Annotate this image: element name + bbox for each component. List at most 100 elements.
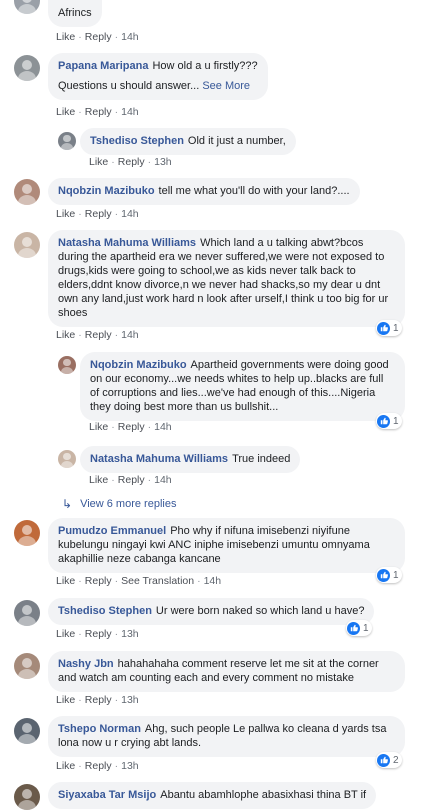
comment-text: Abantu abamhlophe abasixhasi thina BT if: [160, 789, 367, 801]
like-button[interactable]: Like: [56, 208, 75, 220]
avatar[interactable]: [14, 718, 40, 744]
commenter-name[interactable]: Nqobzin Mazibuko: [58, 185, 155, 197]
reaction-count[interactable]: 2: [376, 752, 402, 768]
thumbs-up-icon: [347, 621, 360, 635]
reply-comment: Natasha Mahuma Williams True indeed: [80, 446, 301, 473]
comment: Pumudzo Emmanuel Pho why if nifuna imiseb…: [48, 518, 405, 573]
like-button[interactable]: Like: [89, 474, 108, 486]
comment-actions: Like · Reply · 14h: [56, 208, 139, 220]
like-button[interactable]: Like: [56, 106, 75, 118]
comment-actions: Like · Reply · 14h: [89, 421, 172, 433]
comment-text: Which land a u talking abwt?bcos during …: [58, 237, 389, 319]
comment-actions: Like · Reply · 14h: [56, 31, 139, 43]
commenter-name[interactable]: Nashy Jbn: [58, 658, 114, 670]
timestamp: 14h: [203, 575, 222, 587]
commenter-name[interactable]: Tshediso Stephen: [58, 605, 152, 617]
comment-bubble: Siyaxaba Tar Msijo Abantu abamhlophe abas…: [48, 782, 377, 809]
comment-text: Ur were born naked so which land u have?: [155, 605, 365, 617]
comment-actions: Like · Reply · 13h: [89, 156, 172, 168]
like-button[interactable]: Like: [56, 575, 75, 587]
avatar[interactable]: [58, 356, 76, 374]
comment-actions: Like · Reply · 13h: [56, 760, 139, 772]
timestamp: 14h: [121, 329, 139, 341]
reply-button[interactable]: Reply: [85, 760, 112, 772]
reply-button[interactable]: Reply: [85, 106, 112, 118]
comment-actions: Like · Reply · 13h: [56, 694, 139, 706]
comment-text: True indeed: [232, 453, 291, 465]
view-more-replies[interactable]: ↳ View 6 more replies: [62, 497, 176, 511]
comment: Nqobzin Mazibuko tell me what you'll do w…: [48, 178, 360, 205]
timestamp: 14h: [121, 106, 139, 118]
avatar[interactable]: [14, 520, 40, 546]
avatar[interactable]: [14, 653, 40, 679]
reply-button[interactable]: Reply: [85, 628, 112, 640]
thumbs-up-icon: [377, 414, 390, 428]
timestamp: 14h: [154, 474, 172, 486]
timestamp: 13h: [121, 628, 139, 640]
comment-bubble: Afrincs: [48, 0, 102, 27]
reply-button[interactable]: Reply: [118, 156, 145, 168]
see-more-link[interactable]: See More: [202, 80, 250, 92]
avatar[interactable]: [14, 55, 40, 81]
comment: Tshepo Norman Ahg, such people Le pallwa …: [48, 716, 405, 757]
thumbs-up-icon: [377, 321, 390, 335]
reply-button[interactable]: Reply: [85, 208, 112, 220]
reply-button[interactable]: Reply: [85, 329, 112, 341]
reaction-count[interactable]: 1: [376, 413, 402, 429]
reply-comment: Nqobzin Mazibuko Apartheid governments we…: [80, 352, 405, 421]
thumbs-up-icon: [377, 753, 390, 767]
commenter-name[interactable]: Nqobzin Mazibuko: [90, 359, 187, 371]
comment: Papana Maripana How old a u firstly??? Qu…: [48, 53, 268, 100]
thumbs-up-icon: [377, 568, 390, 582]
reaction-count[interactable]: 1: [376, 320, 402, 336]
reply-button[interactable]: Reply: [118, 474, 145, 486]
reply-button[interactable]: Reply: [85, 31, 112, 43]
comment-text: tell me what you'll do with your land?..…: [158, 185, 350, 197]
comment-bubble: Natasha Mahuma Williams True indeed: [80, 446, 301, 473]
like-button[interactable]: Like: [56, 31, 75, 43]
like-button[interactable]: Like: [56, 329, 75, 341]
avatar[interactable]: [14, 179, 40, 205]
see-translation-link[interactable]: See Translation: [121, 575, 194, 587]
comment-text: How old a u firstly???: [152, 60, 258, 72]
comment-bubble: Tshediso Stephen Old it just a number,: [80, 128, 296, 155]
comment: Tshediso Stephen Ur were born naked so wh…: [48, 598, 375, 625]
comment-text: Afrincs: [58, 7, 92, 19]
reply-button[interactable]: Reply: [85, 694, 112, 706]
timestamp: 13h: [121, 760, 139, 772]
avatar[interactable]: [58, 132, 76, 150]
avatar[interactable]: [14, 600, 40, 626]
commenter-name[interactable]: Natasha Mahuma Williams: [58, 237, 196, 249]
comment-actions: Like · Reply · See Translation · 14h: [56, 575, 222, 587]
commenter-name[interactable]: Natasha Mahuma Williams: [90, 453, 228, 465]
like-button[interactable]: Like: [89, 421, 108, 433]
avatar[interactable]: [14, 232, 40, 258]
reply-button[interactable]: Reply: [85, 575, 112, 587]
commenter-name[interactable]: Pumudzo Emmanuel: [58, 525, 166, 537]
like-button[interactable]: Like: [89, 156, 108, 168]
comment-bubble: Tshediso Stephen Ur were born naked so wh…: [48, 598, 375, 625]
reaction-count[interactable]: 1: [376, 567, 402, 583]
reaction-count[interactable]: 1: [346, 620, 372, 636]
comment-bubble: Papana Maripana How old a u firstly??? Qu…: [48, 53, 268, 100]
timestamp: 13h: [121, 694, 139, 706]
commenter-name[interactable]: Tshepo Norman: [58, 723, 141, 735]
comment: Natasha Mahuma Williams Which land a u ta…: [48, 230, 405, 327]
comment-actions: Like · Reply · 13h: [56, 628, 139, 640]
reply-button[interactable]: Reply: [118, 421, 145, 433]
timestamp: 14h: [154, 421, 172, 433]
commenter-name[interactable]: Papana Maripana: [58, 60, 148, 72]
commenter-name[interactable]: Tshediso Stephen: [90, 135, 184, 147]
like-button[interactable]: Like: [56, 760, 75, 772]
commenter-name[interactable]: Siyaxaba Tar Msijo: [58, 789, 156, 801]
like-button[interactable]: Like: [56, 628, 75, 640]
avatar[interactable]: [14, 0, 40, 14]
comment-text: Old it just a number,: [187, 135, 286, 147]
avatar[interactable]: [14, 784, 40, 810]
comment-actions: Like · Reply · 14h: [89, 474, 172, 486]
comment-bubble: Pumudzo Emmanuel Pho why if nifuna imiseb…: [48, 518, 405, 573]
avatar[interactable]: [58, 450, 76, 468]
comment-bubble: Natasha Mahuma Williams Which land a u ta…: [48, 230, 405, 327]
like-button[interactable]: Like: [56, 694, 75, 706]
comment-bubble: Nashy Jbn hahahahaha comment reserve let …: [48, 651, 405, 692]
